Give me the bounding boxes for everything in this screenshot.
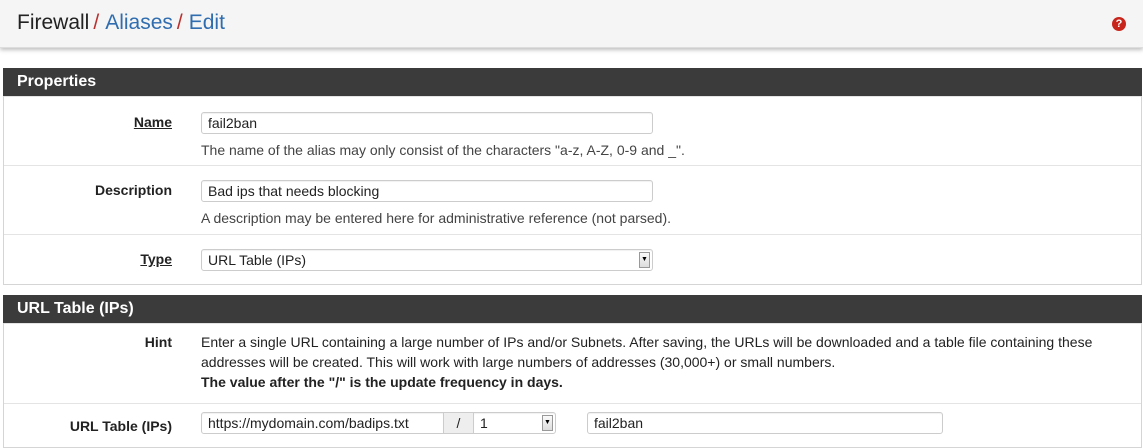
frequency-select[interactable]: 1 ▼ [473, 412, 556, 434]
type-select[interactable]: URL Table (IPs) ▼ [201, 249, 653, 271]
url-table-row: URL Table (IPs) https://mydomain.com/bad… [4, 403, 1141, 448]
breadcrumb-aliases-link[interactable]: Aliases [105, 11, 173, 34]
breadcrumb: Firewall / Aliases / Edit [17, 10, 225, 36]
help-icon[interactable]: ? [1112, 17, 1126, 31]
type-row: Type URL Table (IPs) ▼ [4, 234, 1141, 285]
frequency-select-value: 1 [480, 415, 488, 431]
breadcrumb-edit-link[interactable]: Edit [189, 11, 225, 34]
hint-line-2: addresses will be created. This will wor… [201, 354, 836, 370]
url-table-heading: URL Table (IPs) [3, 295, 1142, 323]
name-row: Name fail2ban The name of the alias may … [4, 96, 1141, 165]
type-select-value: URL Table (IPs) [208, 252, 307, 268]
hint-text: Enter a single URL containing a large nu… [201, 332, 1101, 392]
url-table-panel: URL Table (IPs) Hint Enter a single URL … [3, 295, 1142, 448]
frequency-separator: / [443, 412, 474, 434]
name-help-text: The name of the alias may only consist o… [201, 142, 685, 158]
chevron-down-icon[interactable]: ▼ [639, 252, 650, 268]
description-input[interactable]: Bad ips that needs blocking [201, 180, 653, 202]
breadcrumb-separator: / [93, 11, 100, 34]
hint-row: Hint Enter a single URL containing a lar… [4, 323, 1141, 403]
description-label: Description [94, 182, 172, 198]
description-help-text: A description may be entered here for ad… [201, 210, 672, 226]
name-input[interactable]: fail2ban [201, 112, 653, 134]
url-table-label: URL Table (IPs) [69, 418, 172, 434]
hint-label: Hint [144, 334, 172, 350]
url-description-input[interactable]: fail2ban [587, 412, 943, 434]
type-label: Type [140, 251, 172, 267]
properties-panel: Properties Name fail2ban The name of the… [3, 68, 1142, 285]
breadcrumb-bar: Firewall / Aliases / Edit ? [0, 0, 1143, 48]
hint-bold-line: The value after the "/" is the update fr… [201, 374, 563, 390]
breadcrumb-firewall: Firewall [17, 11, 90, 34]
hint-line-1: Enter a single URL containing a large nu… [201, 334, 1093, 350]
url-input[interactable]: https://mydomain.com/badips.txt [201, 412, 444, 434]
properties-heading: Properties [3, 68, 1142, 96]
description-row: Description Bad ips that needs blocking … [4, 165, 1141, 234]
chevron-down-icon[interactable]: ▼ [542, 415, 553, 431]
breadcrumb-separator: / [176, 11, 183, 34]
name-label: Name [133, 114, 172, 130]
